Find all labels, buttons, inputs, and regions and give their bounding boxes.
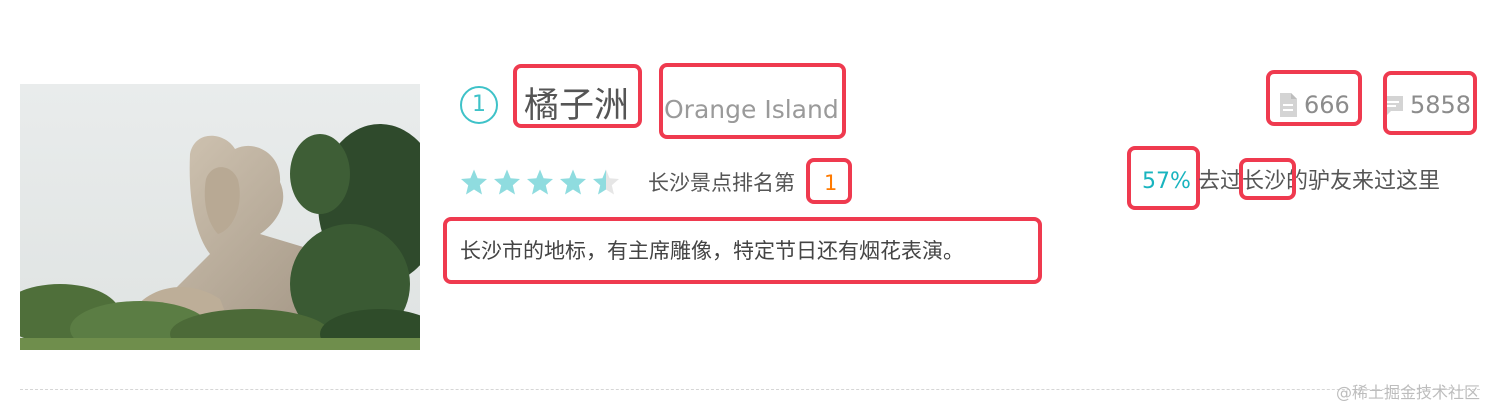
star-icon xyxy=(560,169,586,195)
half-star-icon xyxy=(593,169,619,195)
annotation-box-english-name xyxy=(659,63,846,139)
star-icon xyxy=(527,169,553,195)
annotation-box-city xyxy=(1239,158,1296,200)
list-divider xyxy=(20,389,1480,390)
annotation-box-percent xyxy=(1127,146,1200,210)
rank-badge: 1 xyxy=(460,86,498,124)
watermark: @稀土掘金技术社区 xyxy=(1335,383,1480,402)
annotation-box-title xyxy=(513,64,642,128)
annotation-box-comments xyxy=(1383,71,1477,135)
annotation-box-notes xyxy=(1266,70,1362,126)
visited-text: 去过长沙的驴友来过这里 xyxy=(1198,169,1441,194)
ranking-label: 长沙景点排名第 xyxy=(648,171,795,195)
star-icon xyxy=(494,169,520,195)
spot-photo[interactable] xyxy=(20,84,420,350)
annotation-box-description xyxy=(443,217,1042,284)
annotation-box-ranking xyxy=(806,158,852,204)
rating-stars xyxy=(460,168,628,198)
star-icon xyxy=(461,169,487,195)
